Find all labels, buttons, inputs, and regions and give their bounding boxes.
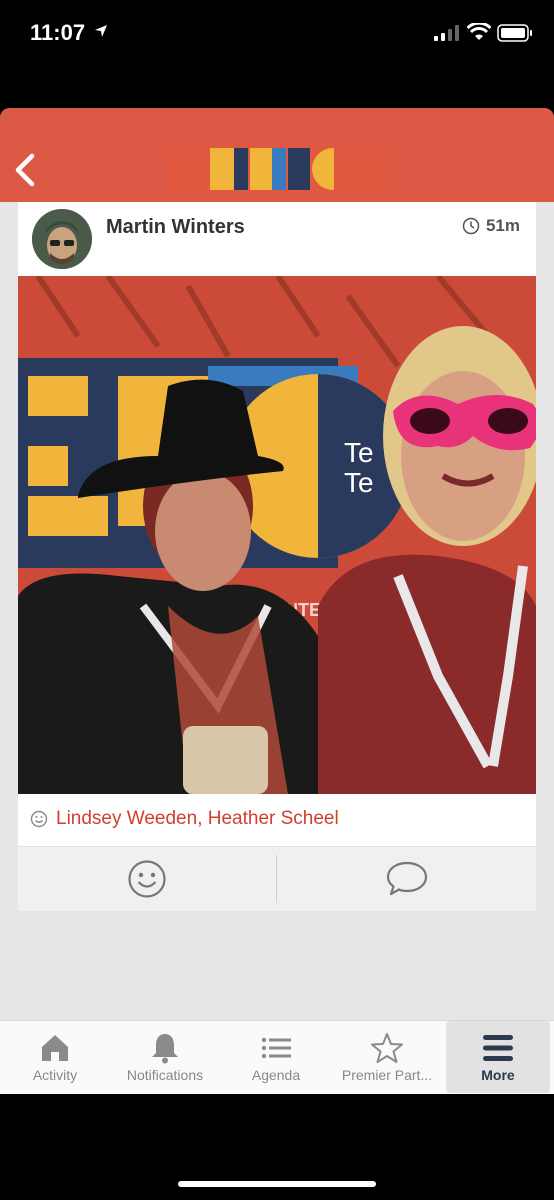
- post-action-bar: [18, 846, 536, 911]
- app-screen: Martin Winters 51m Te Te ENTED Lindsey W…: [0, 108, 554, 1093]
- status-bar: 11:07: [0, 0, 554, 70]
- time-ago-text: 51m: [485, 216, 520, 235]
- list-icon: [261, 1037, 291, 1059]
- tab-premier-partners[interactable]: Premier Part...: [332, 1021, 442, 1093]
- tagged-names[interactable]: Lindsey Weeden, Heather Scheel: [56, 808, 339, 830]
- smiley-icon: [30, 810, 48, 828]
- bell-icon: [152, 1034, 178, 1064]
- home-icon: [42, 1035, 68, 1061]
- signal-icon: [434, 25, 459, 41]
- chevron-left-icon: [15, 153, 35, 187]
- tab-more[interactable]: More: [446, 1021, 550, 1093]
- photo-image: Te Te ENTED: [18, 276, 536, 794]
- menu-icon: [483, 1035, 513, 1061]
- post-author[interactable]: Martin Winters: [106, 216, 245, 239]
- wifi-icon: [467, 23, 491, 40]
- avatar-image: [32, 209, 92, 269]
- post-card: Martin Winters 51m Te Te ENTED Lindsey W…: [18, 202, 536, 911]
- action-divider: [276, 855, 277, 903]
- tab-label: Premier Part...: [341, 1067, 433, 1083]
- smiley-icon: [128, 860, 166, 898]
- speech-bubble-icon: [386, 861, 428, 896]
- tab-label: More: [481, 1067, 515, 1083]
- tab-label: Notifications: [126, 1067, 204, 1083]
- clock-icon: [462, 217, 480, 235]
- post-photo[interactable]: Te Te ENTED: [18, 276, 536, 794]
- tab-bar: Activity Notifications Agenda Premier Pa…: [0, 1020, 554, 1094]
- back-button[interactable]: [10, 150, 42, 190]
- avatar[interactable]: [32, 209, 92, 269]
- tab-notifications[interactable]: Notifications: [110, 1021, 220, 1093]
- home-indicator[interactable]: [178, 1181, 376, 1187]
- star-icon: [371, 1033, 403, 1063]
- tab-activity[interactable]: Activity: [0, 1021, 110, 1093]
- comment-button[interactable]: [278, 847, 536, 911]
- sign-text-1: Te: [344, 437, 374, 468]
- tab-label: Agenda: [251, 1067, 301, 1083]
- battery-icon: [497, 24, 532, 42]
- header-bar: [0, 108, 554, 202]
- tagged-people[interactable]: Lindsey Weeden, Heather Scheel: [30, 808, 339, 830]
- location-arrow-icon: [95, 25, 107, 37]
- tetc-logo: [166, 146, 388, 192]
- sign-text-2: Te: [344, 467, 374, 498]
- react-button[interactable]: [18, 847, 276, 911]
- tab-agenda[interactable]: Agenda: [221, 1021, 331, 1093]
- post-timestamp: 51m: [462, 216, 520, 236]
- status-time: 11:07: [30, 20, 86, 45]
- tab-label: Activity: [32, 1067, 78, 1083]
